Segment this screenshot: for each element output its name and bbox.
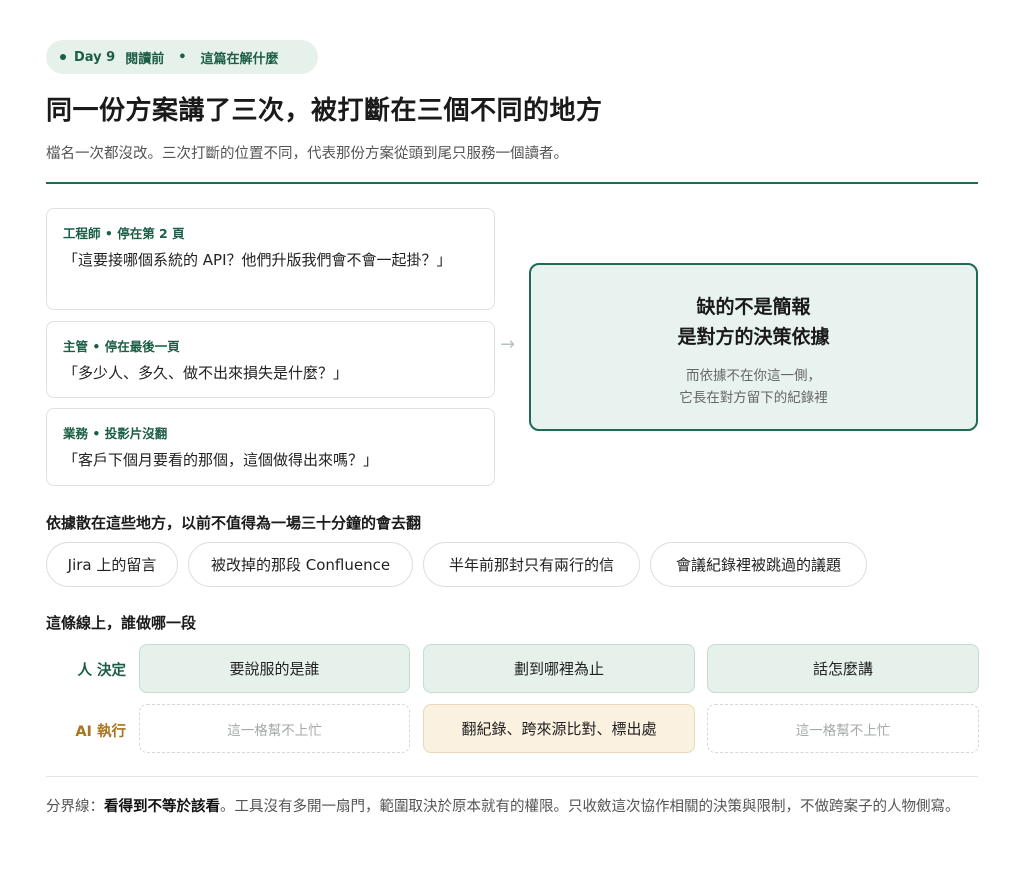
conclusion-callout: 缺的不是簡報 是對方的決策依據 而依據不在你這一側， 它長在對方留下的紀錄裡 bbox=[529, 263, 978, 431]
human-cell-scope: 劃到哪裡為止 bbox=[423, 644, 695, 693]
boundary-text: 。工具沒有多開一扇門，範圍取決於原本就有的權限。只收斂這次協作相關的決策與限制，… bbox=[220, 799, 960, 815]
reading-stage: 閱讀前 bbox=[125, 51, 165, 67]
callout-sub-2: 它長在對方留下的紀錄裡 bbox=[679, 390, 828, 406]
boundary-prefix: 分界線： bbox=[46, 799, 104, 815]
footer-divider bbox=[46, 776, 978, 777]
callout-sub-1: 而依據不在你這一側， bbox=[686, 368, 821, 384]
quote-speaker: 主管 • 停在最後一頁 bbox=[63, 339, 180, 354]
header-divider bbox=[46, 182, 978, 184]
day-number: Day 9 bbox=[74, 49, 116, 65]
human-cell-wording: 話怎麼講 bbox=[707, 644, 979, 693]
arrow-right-icon: → bbox=[500, 334, 516, 355]
source-chip-email: 半年前那封只有兩行的信 bbox=[423, 542, 640, 587]
boundary-note: 分界線：看得到不等於該看。工具沒有多開一扇門，範圍取決於原本就有的權限。只收斂這… bbox=[46, 794, 980, 820]
badge-topic: 這篇在解什麼 bbox=[200, 51, 279, 67]
callout-line-2: 是對方的決策依據 bbox=[677, 326, 830, 348]
source-chip-jira: Jira 上的留言 bbox=[46, 542, 178, 587]
quote-text: 「多少人、多久、做不出來損失是什麼？」 bbox=[63, 364, 349, 382]
quote-speaker: 業務 • 投影片沒翻 bbox=[63, 426, 168, 441]
quote-card-manager: 主管 • 停在最後一頁 「多少人、多久、做不出來損失是什麼？」 bbox=[46, 321, 495, 398]
ai-row-label: AI 執行 bbox=[75, 724, 126, 740]
human-row-label: 人 決定 bbox=[77, 663, 126, 679]
ai-cell-records: 翻紀錄、跨來源比對、標出處 bbox=[423, 704, 695, 753]
dot-icon bbox=[60, 54, 66, 60]
sources-heading: 依據散在這些地方，以前不值得為一場三十分鐘的會去翻 bbox=[46, 514, 422, 532]
quote-card-engineer: 工程師 • 停在第 2 頁 「這要接哪個系統的 API？他們升版我們會不會一起掛… bbox=[46, 208, 495, 310]
ai-cell-empty-2: 這一格幫不上忙 bbox=[707, 704, 979, 753]
source-chip-meeting-notes: 會議紀錄裡被跳過的議題 bbox=[650, 542, 867, 587]
source-chip-confluence: 被改掉的那段 Confluence bbox=[188, 542, 413, 587]
quote-speaker: 工程師 • 停在第 2 頁 bbox=[63, 226, 185, 241]
ai-cell-empty-1: 這一格幫不上忙 bbox=[139, 704, 410, 753]
quote-card-sales: 業務 • 投影片沒翻 「客戶下個月要看的那個，這個做得出來嗎？」 bbox=[46, 408, 495, 486]
human-cell-audience: 要說服的是誰 bbox=[139, 644, 410, 693]
quote-text: 「這要接哪個系統的 API？他們升版我們會不會一起掛？」 bbox=[63, 251, 452, 269]
quote-text: 「客戶下個月要看的那個，這個做得出來嗎？」 bbox=[63, 451, 379, 469]
badge-separator: • bbox=[178, 49, 187, 65]
callout-line-1: 缺的不是簡報 bbox=[696, 296, 811, 318]
page-title: 同一份方案講了三次，被打斷在三個不同的地方 bbox=[46, 96, 603, 126]
division-heading: 這條線上，誰做哪一段 bbox=[46, 614, 197, 632]
page-subtitle: 檔名一次都沒改。三次打斷的位置不同，代表那份方案從頭到尾只服務一個讀者。 bbox=[46, 146, 568, 162]
day-badge: Day 9 閱讀前 • 這篇在解什麼 bbox=[46, 40, 318, 74]
boundary-emphasis: 看得到不等於該看 bbox=[104, 799, 220, 815]
